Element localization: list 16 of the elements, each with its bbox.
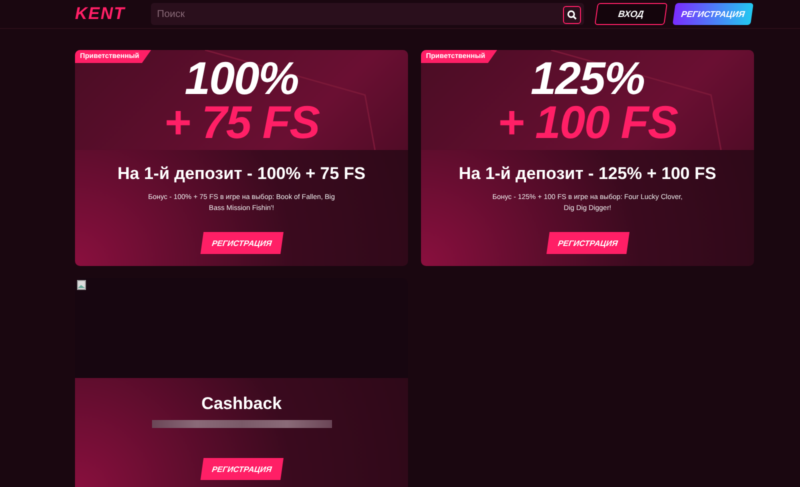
register-button[interactable]: РЕГИСТРАЦИЯ (200, 232, 283, 254)
register-button[interactable]: РЕГИСТРАЦИЯ (200, 458, 283, 480)
headline: 100% (184, 56, 298, 100)
register-button[interactable]: РЕГИСТРАЦИЯ (672, 3, 754, 25)
card-title: На 1-й депозит - 125% + 100 FS (458, 164, 716, 184)
login-button[interactable]: ВХОД (594, 3, 668, 25)
register-button[interactable]: РЕГИСТРАЦИЯ (546, 232, 629, 254)
headline: + 100 FS (498, 100, 678, 144)
search-icon[interactable] (563, 6, 581, 24)
headline: 125% (530, 56, 644, 100)
card-title: На 1-й депозит - 100% + 75 FS (118, 164, 366, 184)
headline: + 75 FS (164, 100, 320, 144)
card-title: Cashback (201, 394, 282, 414)
logo[interactable]: KENT (75, 4, 143, 24)
broken-image-icon (77, 280, 86, 290)
search-field[interactable]: Поиск (151, 3, 584, 25)
